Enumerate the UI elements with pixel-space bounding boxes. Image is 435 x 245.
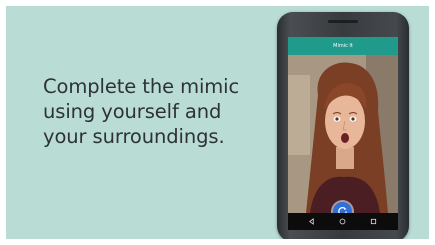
phone-speaker [328,20,358,23]
camera-preview-image [288,55,398,213]
headline-line-2: using yourself and [43,100,222,123]
recents-square-icon[interactable] [370,218,377,225]
app-bar: Mimic It [288,37,398,55]
camera-shutter-icon [338,207,347,213]
headline-text: Complete the mimic using yourself and yo… [43,74,273,149]
back-triangle-icon[interactable] [308,218,315,225]
slide-background: Complete the mimic using yourself and yo… [6,6,429,239]
phone-screen: Mimic It [288,37,398,230]
phone-mockup: Mimic It [277,12,409,239]
headline-line-3: your surroundings. [43,125,225,148]
android-nav-bar [288,213,398,230]
headline-line-1: Complete the mimic [43,75,240,98]
camera-preview [288,55,398,213]
home-circle-icon[interactable] [339,218,346,225]
app-title: Mimic It [333,43,353,49]
